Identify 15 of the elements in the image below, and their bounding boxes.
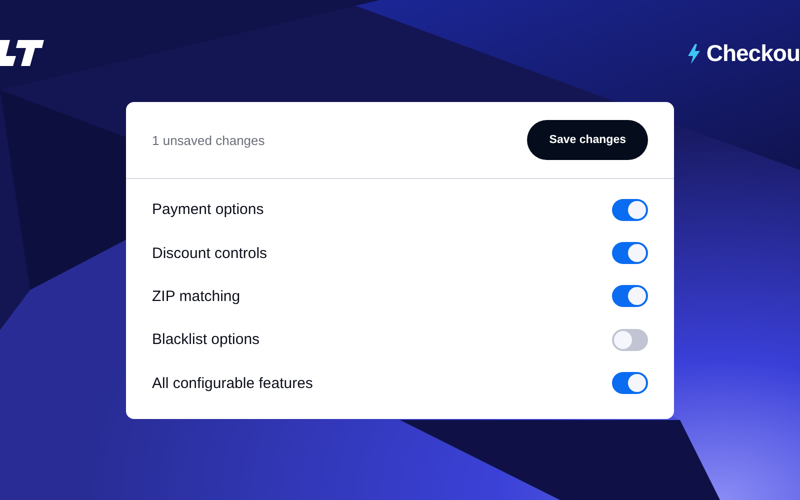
toggle-switch[interactable] — [612, 372, 648, 394]
lightning-icon — [688, 44, 700, 64]
toggle-switch[interactable] — [612, 242, 648, 264]
toggle-switch[interactable] — [612, 285, 648, 308]
setting-label: Payment options — [152, 201, 264, 218]
save-button[interactable]: Save changes — [527, 120, 648, 160]
brand-name: Checkou — [706, 40, 800, 67]
logo-icon — [0, 40, 44, 66]
setting-label: Discount controls — [152, 244, 268, 262]
toggle-switch[interactable] — [612, 328, 648, 351]
setting-label: ZIP matching — [152, 288, 240, 305]
unsaved-status: 1 unsaved changes — [152, 132, 265, 148]
setting-label: Blacklist options — [152, 331, 260, 348]
toggle-switch[interactable] — [612, 198, 648, 221]
setting-label: All configurable features — [152, 374, 313, 392]
